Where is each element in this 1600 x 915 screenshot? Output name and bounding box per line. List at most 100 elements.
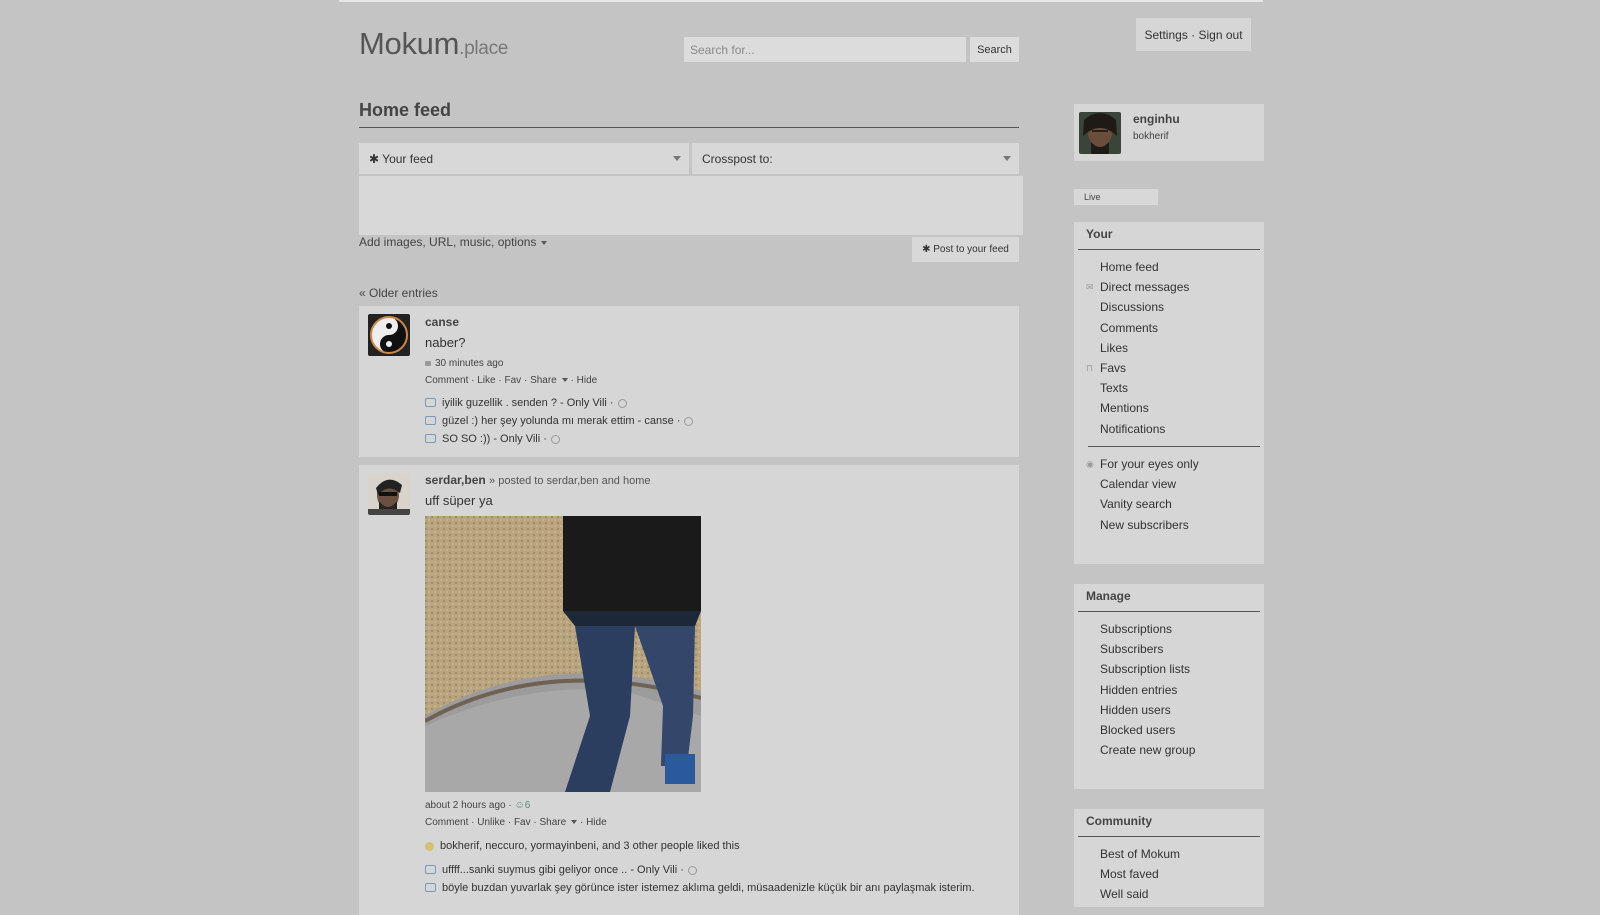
feed-select[interactable]: ✱ Your feed xyxy=(359,143,689,174)
sidebar-item-home-feed[interactable]: Home feed xyxy=(1086,257,1189,277)
sidebar-item-most-faved[interactable]: Most faved xyxy=(1086,864,1180,884)
comment-text: SO SO :)) - Only Vili · xyxy=(442,433,547,445)
crosspost-select[interactable]: Crosspost to: xyxy=(692,143,1019,174)
your-title: Your xyxy=(1086,227,1113,241)
sidebar-item-direct-messages[interactable]: ✉ Direct messages xyxy=(1086,277,1189,297)
entry-time[interactable]: about 2 hours ago · xyxy=(425,800,512,811)
entry-video[interactable] xyxy=(425,516,701,792)
comment-bubble-icon xyxy=(425,882,436,892)
feed-entry: serdar,ben » posted to serdar,ben and ho… xyxy=(359,465,1019,915)
fav-action[interactable]: Fav xyxy=(505,375,522,386)
sidebar-item-best-of-mokum[interactable]: Best of Mokum xyxy=(1086,844,1180,864)
sidebar-item-discussions[interactable]: Discussions xyxy=(1086,297,1189,317)
hide-action[interactable]: Hide xyxy=(586,817,607,828)
search-button[interactable]: Search xyxy=(970,37,1019,62)
caret-down-icon xyxy=(561,378,568,383)
sidebar-item-label: Calendar view xyxy=(1100,477,1177,492)
reactions-icon[interactable]: ☺ xyxy=(515,800,525,811)
live-toggle[interactable]: Live xyxy=(1074,189,1158,205)
crosspost-select-label: Crosspost to: xyxy=(702,151,773,166)
profile-avatar[interactable] xyxy=(1079,112,1121,154)
author-name[interactable]: serdar,ben xyxy=(425,473,486,487)
comment-action[interactable]: Comment xyxy=(425,817,468,828)
section-divider xyxy=(1078,249,1260,250)
caret-down-icon xyxy=(571,820,578,825)
sidebar-item-create-new-group[interactable]: Create new group xyxy=(1086,740,1195,760)
search-input[interactable] xyxy=(684,37,966,62)
sidebar-item-blocked-users[interactable]: Blocked users xyxy=(1086,720,1195,740)
separator: · xyxy=(1191,27,1196,42)
entry-meta: about 2 hours ago · ☺6 xyxy=(425,800,1009,811)
profile-card: enginhu bokherif xyxy=(1074,104,1264,161)
sidebar-item-subscription-lists[interactable]: Subscription lists xyxy=(1086,659,1195,679)
sidebar-item-label: Vanity search xyxy=(1100,497,1172,512)
section-divider xyxy=(1078,836,1260,837)
sidebar-item-favs[interactable]: ⊓ Favs xyxy=(1086,358,1189,378)
like-action[interactable]: Like xyxy=(477,375,495,386)
comment-options-icon[interactable] xyxy=(687,865,697,875)
sidebar-item-subscriptions[interactable]: Subscriptions xyxy=(1086,619,1195,639)
smile-icon xyxy=(425,841,434,851)
comment: güzel :) her şey yolunda mı merak ettim … xyxy=(425,415,1009,427)
profile-name[interactable]: enginhu xyxy=(1133,112,1180,126)
sidebar-item-well-said[interactable]: Well said xyxy=(1086,884,1180,904)
sidebar-item-hidden-users[interactable]: Hidden users xyxy=(1086,700,1195,720)
entry-author[interactable]: serdar,ben » posted to serdar,ben and ho… xyxy=(425,473,1009,487)
comment: böyle buzdan yuvarlak şey görünce ister … xyxy=(425,882,1009,894)
settings-link[interactable]: Settings xyxy=(1144,28,1187,42)
sidebar-item-notifications[interactable]: Notifications xyxy=(1086,419,1189,439)
likes-line: bokherif, neccuro, yormayinbeni, and 3 o… xyxy=(425,840,1009,852)
avatar[interactable] xyxy=(368,473,410,515)
sidebar-item-subscribers[interactable]: Subscribers xyxy=(1086,639,1195,659)
logo-suffix-text: .place xyxy=(459,38,509,59)
share-action[interactable]: Share xyxy=(540,817,567,828)
comment-action[interactable]: Comment xyxy=(425,375,468,386)
sidebar-item-calendar-view[interactable]: Calendar view xyxy=(1086,474,1199,494)
post-button[interactable]: ✱ Post to your feed xyxy=(912,237,1019,262)
older-entries-link[interactable]: « Older entries xyxy=(359,286,438,300)
sidebar-item-texts[interactable]: Texts xyxy=(1086,378,1189,398)
top-border xyxy=(339,0,1263,2)
bookmark-icon: ⊓ xyxy=(1086,362,1094,373)
entry-actions: Comment · Unlike · Fav · Share · Hide xyxy=(425,817,607,828)
sidebar-item-label: Subscriptions xyxy=(1100,622,1173,637)
site-logo[interactable]: Mokum.place xyxy=(359,26,508,62)
entry-time[interactable]: 30 minutes ago xyxy=(435,358,503,369)
sidebar-item-for-your-eyes-only[interactable]: ◉ For your eyes only xyxy=(1086,454,1199,474)
likes-text[interactable]: bokherif, neccuro, yormayinbeni, and 3 o… xyxy=(440,840,740,852)
share-action[interactable]: Share xyxy=(530,375,557,386)
sidebar-item-label: Direct messages xyxy=(1100,280,1190,295)
comment-options-icon[interactable] xyxy=(617,398,627,408)
unlike-action[interactable]: Unlike xyxy=(477,817,505,828)
comment-options-icon[interactable] xyxy=(684,416,694,426)
avatar[interactable] xyxy=(368,314,410,356)
add-options-label: Add images, URL, music, options xyxy=(359,235,537,249)
section-divider xyxy=(1078,611,1260,612)
post-composer[interactable] xyxy=(359,176,1023,235)
entry-meta: 30 minutes ago xyxy=(425,358,1009,369)
sidebar-item-label: Best of Mokum xyxy=(1100,847,1181,862)
sidebar-item-hidden-entries[interactable]: Hidden entries xyxy=(1086,680,1195,700)
community-menu: Community Best of Mokum Most faved Well … xyxy=(1074,809,1264,907)
add-options-toggle[interactable]: Add images, URL, music, options xyxy=(359,235,548,249)
hide-action[interactable]: Hide xyxy=(577,375,598,386)
entry-text: uff süper ya xyxy=(425,493,493,508)
sidebar-item-label: Home feed xyxy=(1100,260,1159,275)
fav-action[interactable]: Fav xyxy=(514,817,531,828)
video-frame-image xyxy=(425,516,701,792)
sidebar-item-mentions[interactable]: Mentions xyxy=(1086,398,1189,418)
manage-title: Manage xyxy=(1086,589,1131,603)
comment: SO SO :)) - Only Vili · xyxy=(425,433,1009,445)
sidebar-item-label: Comments xyxy=(1100,320,1159,335)
sidebar-item-label: Discussions xyxy=(1100,300,1165,315)
sidebar-item-comments[interactable]: Comments xyxy=(1086,318,1189,338)
profile-subtitle[interactable]: bokherif xyxy=(1133,131,1169,142)
comment-options-icon[interactable] xyxy=(550,434,560,444)
entry-author[interactable]: canse xyxy=(425,315,1009,329)
sidebar-item-likes[interactable]: Likes xyxy=(1086,338,1189,358)
sidebar-item-vanity-search[interactable]: Vanity search xyxy=(1086,494,1199,514)
community-title: Community xyxy=(1086,814,1152,828)
sidebar-item-new-subscribers[interactable]: New subscribers xyxy=(1086,515,1199,535)
sign-out-link[interactable]: Sign out xyxy=(1199,28,1243,42)
your-menu: Your Home feed ✉ Direct messages Discussi… xyxy=(1074,222,1264,564)
